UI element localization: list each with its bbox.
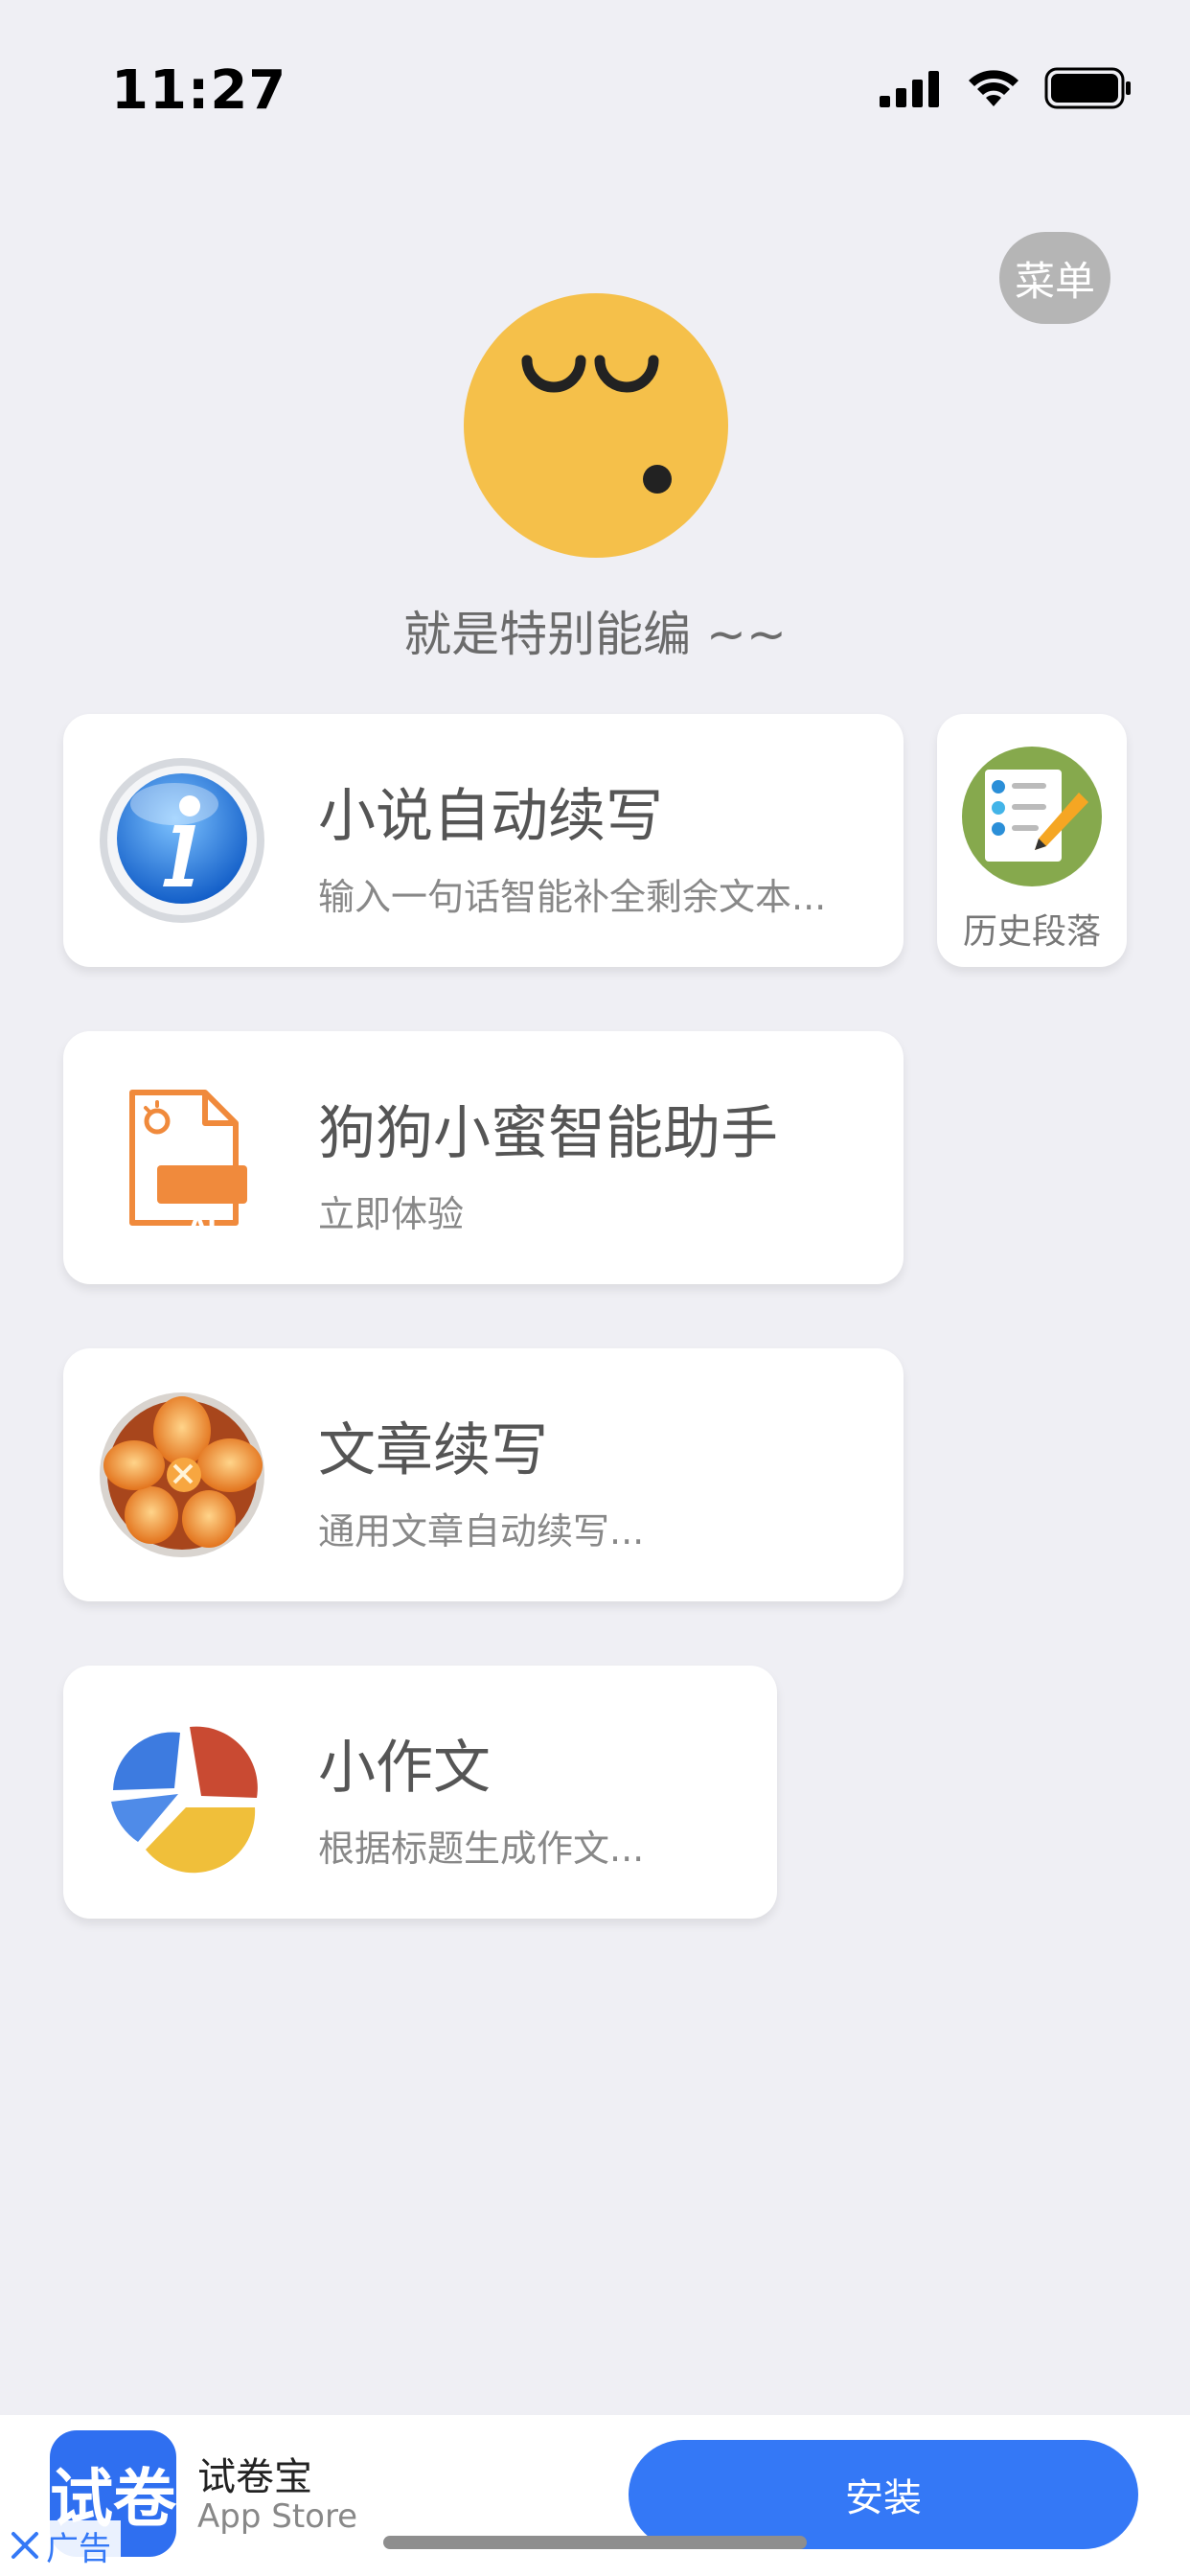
ai-icon-label: AI [188, 1212, 217, 1241]
menu-button[interactable]: 菜单 [999, 232, 1110, 324]
status-time: 11:27 [111, 59, 287, 122]
card-subtitle: 立即体验 [318, 1193, 465, 1235]
card-title: 小作文 [318, 1735, 491, 1802]
card-title: 狗狗小蜜智能助手 [318, 1100, 778, 1167]
flower-icon [100, 1392, 264, 1557]
card-subtitle: 通用文章自动续写... [318, 1510, 645, 1552]
info-icon [100, 758, 264, 923]
card-novel-continuation[interactable]: 小说自动续写 输入一句话智能补全剩余文本... [63, 714, 904, 967]
status-icons [880, 67, 1133, 109]
slogan-text: 就是特别能编 ~~ [403, 607, 787, 662]
history-paragraphs-button[interactable]: 历史段落 [937, 714, 1127, 967]
card-title: 小说自动续写 [318, 783, 663, 850]
card-short-essay[interactable]: 小作文 根据标题生成作文... [63, 1666, 777, 1919]
card-title: 文章续写 [318, 1417, 548, 1484]
battery-icon [1044, 67, 1131, 109]
card-ai-assistant[interactable]: AI 狗狗小蜜智能助手 立即体验 [63, 1031, 904, 1284]
pie-chart-icon [111, 1726, 258, 1874]
close-icon[interactable] [10, 2530, 40, 2561]
ad-store-label: App Store [197, 2497, 358, 2536]
sleepy-face-icon [464, 293, 728, 558]
install-button[interactable]: 安装 [629, 2440, 1138, 2549]
cellular-signal-icon [880, 71, 939, 107]
history-label: 历史段落 [962, 912, 1101, 952]
wifi-icon [969, 70, 1018, 106]
ad-app-name[interactable]: 试卷宝 [197, 2446, 312, 2501]
document-pen-icon [962, 747, 1102, 886]
ad-tag-label: 广告 [46, 2529, 111, 2568]
ad-close-tag[interactable]: 广告 [0, 2520, 121, 2570]
home-indicator[interactable] [383, 2536, 807, 2549]
card-subtitle: 输入一句话智能补全剩余文本... [318, 876, 827, 918]
card-article-continuation[interactable]: 文章续写 通用文章自动续写... [63, 1348, 904, 1601]
card-subtitle: 根据标题生成作文... [318, 1828, 645, 1870]
